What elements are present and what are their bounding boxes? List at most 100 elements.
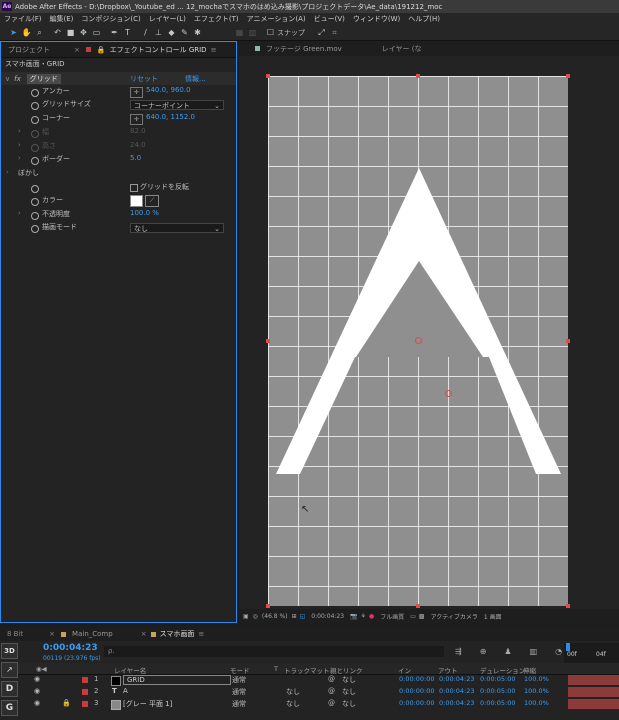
pickwhip-icon[interactable]: @ bbox=[328, 699, 335, 707]
blend-mode-select[interactable]: なし ⌄ bbox=[130, 223, 224, 233]
menu-edit[interactable]: 編集(E) bbox=[50, 14, 74, 24]
stopwatch-icon[interactable] bbox=[31, 198, 39, 206]
stopwatch-icon[interactable] bbox=[31, 144, 39, 152]
lock-icon[interactable]: 🔒 bbox=[97, 46, 106, 54]
comp-flowchart-icon[interactable]: ⇶ bbox=[455, 647, 462, 656]
snap-center-icon[interactable]: ⌗ bbox=[329, 27, 340, 38]
shy-icon[interactable]: ♟ bbox=[504, 647, 511, 656]
prop-value[interactable]: 640.0, 1152.0 bbox=[146, 113, 195, 121]
layer-duration-bar[interactable] bbox=[568, 675, 619, 685]
column-out[interactable]: アウト bbox=[438, 665, 458, 675]
label-color-swatch[interactable] bbox=[82, 689, 88, 695]
g-switch-button[interactable]: G bbox=[1, 700, 18, 716]
panel-menu-icon[interactable]: ≡ bbox=[198, 630, 204, 638]
transform-handle[interactable] bbox=[566, 604, 570, 608]
mask-toggle-icon[interactable]: ◱ bbox=[300, 613, 306, 620]
distribute-icon[interactable]: ▥ bbox=[247, 27, 258, 38]
puppet-tool-icon[interactable]: ✱ bbox=[192, 27, 203, 38]
brush-tool-icon[interactable]: / bbox=[140, 27, 151, 38]
track-matte-select[interactable]: なし bbox=[286, 699, 300, 709]
column-in[interactable]: イン bbox=[398, 665, 411, 675]
menu-file[interactable]: ファイル(F) bbox=[4, 14, 42, 24]
layer-out[interactable]: 0:00:04:23 bbox=[439, 699, 475, 707]
column-mode[interactable]: モード bbox=[230, 665, 250, 675]
stopwatch-icon[interactable] bbox=[31, 185, 39, 193]
transform-handle[interactable] bbox=[566, 339, 570, 343]
info-link[interactable]: 情報... bbox=[185, 74, 206, 84]
crosshair-icon[interactable]: ✛ bbox=[130, 114, 143, 125]
resolution-select[interactable]: フル画質 bbox=[380, 612, 404, 621]
layer-stretch[interactable]: 100.0% bbox=[524, 699, 549, 707]
tab-effect-controls[interactable]: エフェクトコントロール GRID bbox=[110, 45, 207, 55]
transform-handle[interactable] bbox=[416, 74, 420, 78]
bit-depth-label[interactable]: 8 Bit bbox=[7, 630, 23, 638]
layer-stretch[interactable]: 100.0% bbox=[524, 675, 549, 683]
prop-value[interactable]: 540.0, 960.0 bbox=[146, 86, 191, 94]
time-ruler[interactable]: 00f 04f bbox=[564, 643, 619, 665]
invert-grid-checkbox[interactable] bbox=[130, 184, 138, 192]
tab-main-comp[interactable]: Main_Comp bbox=[72, 630, 113, 638]
layer-row[interactable]: ◉ 1 GRID 通常 @ なし 0:00:00:00 0:00:04:23 0… bbox=[28, 675, 568, 686]
stopwatch-icon[interactable] bbox=[31, 89, 39, 97]
snap-edge-icon[interactable]: ⤢ bbox=[316, 27, 327, 38]
reset-link[interactable]: リセット bbox=[130, 74, 158, 84]
layer-search-input[interactable]: ρ. bbox=[104, 646, 444, 657]
column-duration[interactable]: デュレーション bbox=[480, 665, 525, 675]
parent-select[interactable]: なし bbox=[342, 699, 356, 709]
stopwatch-icon[interactable] bbox=[31, 212, 39, 220]
pickwhip-icon[interactable]: @ bbox=[328, 675, 335, 683]
menu-help[interactable]: ヘルプ(H) bbox=[408, 14, 440, 24]
playhead-icon[interactable] bbox=[566, 643, 570, 651]
expand-arrow-icon[interactable]: › bbox=[18, 141, 21, 149]
eye-icon[interactable]: ◉ bbox=[34, 687, 40, 695]
expand-arrow-icon[interactable]: ∨ bbox=[5, 75, 10, 83]
transform-handle[interactable] bbox=[266, 74, 270, 78]
layer-duration[interactable]: 0:00:05:00 bbox=[480, 675, 516, 683]
view-layout-select[interactable]: 1 画面 bbox=[484, 612, 502, 621]
layer-out[interactable]: 0:00:04:23 bbox=[439, 675, 475, 683]
close-icon[interactable]: × bbox=[74, 46, 80, 54]
tab-active-comp[interactable]: スマホ画面 bbox=[160, 629, 195, 639]
column-layer-name[interactable]: レイヤー名 bbox=[114, 665, 146, 675]
layer-mode[interactable]: 通常 bbox=[232, 687, 246, 697]
always-preview-icon[interactable]: ▣ bbox=[243, 613, 249, 620]
menu-layer[interactable]: レイヤー(L) bbox=[149, 14, 186, 24]
pen-tool-icon[interactable]: ✒ bbox=[109, 27, 120, 38]
eye-icon[interactable]: ◉ bbox=[34, 675, 40, 683]
eye-icon[interactable]: ◉ bbox=[34, 699, 40, 707]
panel-menu-icon[interactable]: ≡ bbox=[211, 46, 217, 54]
region-icon[interactable]: ◎ bbox=[253, 613, 258, 620]
menu-animation[interactable]: アニメーション(A) bbox=[247, 14, 306, 24]
stopwatch-icon[interactable] bbox=[31, 225, 39, 233]
grid-size-select[interactable]: コーナーポイント ⌄ bbox=[130, 100, 224, 110]
column-t[interactable]: T bbox=[274, 665, 278, 673]
snap-checkbox[interactable]: ☐ bbox=[265, 27, 276, 38]
motion-blur-icon[interactable]: ◔ bbox=[555, 647, 562, 656]
align-icon[interactable]: ▦ bbox=[234, 27, 245, 38]
pan-behind-tool-icon[interactable]: ✥ bbox=[78, 27, 89, 38]
fx-icon[interactable]: fx bbox=[14, 75, 21, 83]
layer-duration[interactable]: 0:00:05:00 bbox=[480, 699, 516, 707]
anchor-point-icon[interactable] bbox=[445, 390, 452, 397]
composition-canvas[interactable]: A ↖ bbox=[266, 74, 570, 608]
layer-stretch[interactable]: 100.0% bbox=[524, 687, 549, 695]
snapshot-icon[interactable]: 📷 bbox=[350, 613, 357, 620]
viewer-timecode[interactable]: 0:00:04:23 bbox=[311, 613, 344, 620]
prop-value[interactable]: 100.0 % bbox=[130, 209, 159, 217]
camera-tool-icon[interactable]: ■ bbox=[65, 27, 76, 38]
roto-brush-tool-icon[interactable]: ✎ bbox=[179, 27, 190, 38]
layer-name[interactable]: A bbox=[123, 687, 128, 695]
column-track-matte[interactable]: トラックマット bbox=[284, 665, 330, 675]
type-tool-icon[interactable]: T bbox=[122, 27, 133, 38]
label-color-swatch[interactable] bbox=[82, 677, 88, 683]
menu-effect[interactable]: エフェクト(T) bbox=[194, 14, 239, 24]
layer-name[interactable]: [グレー 平面 1] bbox=[123, 699, 172, 709]
layer-in[interactable]: 0:00:00:00 bbox=[399, 675, 435, 683]
transform-handle[interactable] bbox=[266, 604, 270, 608]
rotate-tool-icon[interactable]: ↶ bbox=[52, 27, 63, 38]
layer-mode[interactable]: 通常 bbox=[232, 675, 246, 685]
stopwatch-icon[interactable] bbox=[31, 102, 39, 110]
transform-handle[interactable] bbox=[266, 339, 270, 343]
channel-icon[interactable]: ● bbox=[369, 613, 374, 620]
stopwatch-icon[interactable] bbox=[31, 116, 39, 124]
